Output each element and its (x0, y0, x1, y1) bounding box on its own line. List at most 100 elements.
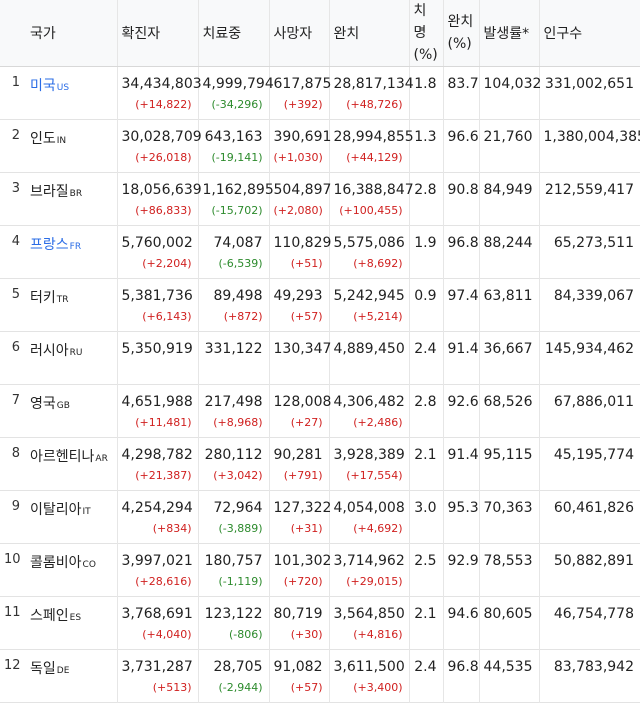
fatality-value: 1.3 (414, 129, 437, 145)
incidence-value: 104,032 (483, 76, 542, 92)
confirmed-value: 4,254,294 (121, 500, 193, 516)
cell-fatality: 1.3 (409, 119, 444, 173)
cell-fatality: 2.4 (409, 649, 444, 703)
cell-recovered: 4,889,450 (329, 331, 410, 385)
cell-incidence: 44,535 (479, 649, 540, 703)
incidence-value: 68,526 (483, 394, 533, 410)
cell-incidence: 80,605 (479, 596, 540, 650)
header-active[interactable]: 치료중 (198, 0, 270, 67)
country-name[interactable]: 프랑스 (30, 237, 69, 253)
deaths-delta: (+720) (283, 575, 323, 588)
country-cell: 콜롬비아CO (26, 543, 118, 597)
country-code: FR (69, 242, 82, 252)
cell-recovery-rate: 91.4 (443, 331, 480, 385)
active-value: 217,498 (204, 394, 263, 410)
header-country[interactable]: 국가 (26, 0, 118, 67)
country-code: CO (82, 560, 96, 570)
confirmed-delta: (+11,481) (135, 416, 192, 429)
country-name[interactable]: 미국 (30, 78, 56, 94)
cell-confirmed: 5,760,002 (+2,204) (117, 225, 199, 279)
cell-recovery-rate: 90.8 (443, 172, 480, 226)
active-value: 89,498 (213, 288, 263, 304)
header-confirmed[interactable]: 확진자 (117, 0, 199, 67)
country-code: GB (56, 401, 70, 411)
cell-population: 46,754,778 (539, 597, 640, 650)
recovery-rate-value: 94.6 (447, 606, 479, 622)
country-code: DE (56, 666, 70, 676)
confirmed-value: 3,768,691 (121, 606, 193, 622)
header-recovery-rate[interactable]: 완치 (%) (443, 0, 480, 67)
country-code: US (56, 83, 70, 93)
cell-population: 50,882,891 (539, 544, 640, 597)
population-value: 83,783,942 (553, 659, 634, 675)
population-value: 45,195,774 (553, 447, 634, 463)
cell-deaths: 127,322 (+31) (269, 490, 332, 544)
table-row: 3 브라질BR 18,056,639 (+86,833) 1,162,895 (-15,7… (0, 172, 640, 226)
confirmed-delta: (+834) (152, 522, 192, 535)
country-cell[interactable]: 프랑스FR (26, 225, 118, 279)
cell-deaths: 90,281 (+791) (269, 437, 330, 491)
recovery-rate-value: 90.8 (447, 182, 479, 198)
cell-confirmed: 4,651,988 (+11,481) (117, 384, 199, 438)
table-row: 2 인도IN 30,028,709 (+26,018) 643,163 (-19,141)… (0, 119, 640, 173)
cell-active: 4,999,794 (-34,296) (198, 66, 274, 120)
header-recovered[interactable]: 완치 (329, 0, 410, 67)
population-value: 1,380,004,385 (543, 129, 640, 145)
deaths-value: 91,082 (273, 659, 323, 675)
country-cell: 아르헨티나AR (26, 437, 118, 491)
recovered-value: 28,994,855 (333, 129, 414, 145)
table-row: 11 스페인ES 3,768,691 (+4,040) 123,122 (-806) 80,… (0, 596, 640, 650)
incidence-value: 44,535 (483, 659, 533, 675)
incidence-value: 84,949 (483, 182, 533, 198)
recovered-value: 4,306,482 (333, 394, 405, 410)
country-name: 브라질 (30, 184, 69, 200)
cell-population: 145,934,462 (539, 332, 640, 385)
confirmed-value: 4,651,988 (121, 394, 193, 410)
population-value: 331,002,651 (544, 76, 634, 92)
cell-recovery-rate: 97.4 (443, 278, 480, 332)
country-code: BR (69, 189, 83, 199)
fatality-value: 2.4 (414, 659, 437, 675)
active-delta: (-15,702) (211, 204, 263, 217)
cell-recovered: 3,564,850 (+4,816) (329, 596, 410, 650)
country-cell[interactable]: 미국US (26, 66, 118, 120)
cell-confirmed: 30,028,709 (+26,018) (117, 119, 202, 173)
confirmed-value: 4,298,782 (121, 447, 193, 463)
cell-deaths: 80,719 (+30) (269, 596, 330, 650)
cell-recovery-rate: 92.9 (443, 543, 480, 597)
table-row: 8 아르헨티나AR 4,298,782 (+21,387) 280,112 (+3,042… (0, 437, 640, 491)
population-value: 212,559,417 (544, 182, 634, 198)
cell-active: 123,122 (-806) (198, 596, 270, 650)
active-value: 180,757 (204, 553, 263, 569)
deaths-delta: (+51) (290, 257, 323, 270)
recovered-delta: (+3,400) (353, 681, 403, 694)
active-value: 4,999,794 (202, 76, 274, 92)
cell-deaths: 49,293 (+57) (269, 278, 330, 332)
recovered-delta: (+48,726) (346, 98, 403, 111)
header-incidence[interactable]: 발생률* (479, 0, 540, 67)
recovered-value: 5,242,945 (333, 288, 405, 304)
header-fatality[interactable]: 치명 (%) (409, 0, 444, 67)
deaths-delta: (+27) (290, 416, 323, 429)
deaths-delta: (+791) (283, 469, 323, 482)
row-index: 4 (11, 234, 20, 249)
cell-recovered: 28,817,134 (+48,726) (329, 66, 414, 120)
header-deaths[interactable]: 사망자 (269, 0, 330, 67)
cell-incidence: 104,032 (479, 66, 542, 120)
cell-deaths: 110,829 (+51) (269, 225, 331, 279)
confirmed-value: 3,731,287 (121, 659, 193, 675)
fatality-value: 2.1 (414, 606, 437, 622)
cell-population: 1,380,004,385 (539, 120, 640, 173)
confirmed-value: 30,028,709 (121, 129, 202, 145)
deaths-value: 127,322 (273, 500, 332, 516)
country-cell: 브라질BR (26, 172, 118, 226)
cell-recovered: 28,994,855 (+44,129) (329, 119, 414, 173)
header-population[interactable]: 인구수 (539, 0, 640, 67)
cell-population: 83,783,942 (539, 650, 640, 703)
population-value: 46,754,778 (553, 606, 634, 622)
recovery-rate-value: 83.7 (447, 76, 479, 92)
confirmed-delta: (+86,833) (135, 204, 192, 217)
active-value: 1,162,895 (202, 182, 274, 198)
recovery-rate-value: 91.4 (447, 447, 479, 463)
confirmed-delta: (+14,822) (135, 98, 192, 111)
